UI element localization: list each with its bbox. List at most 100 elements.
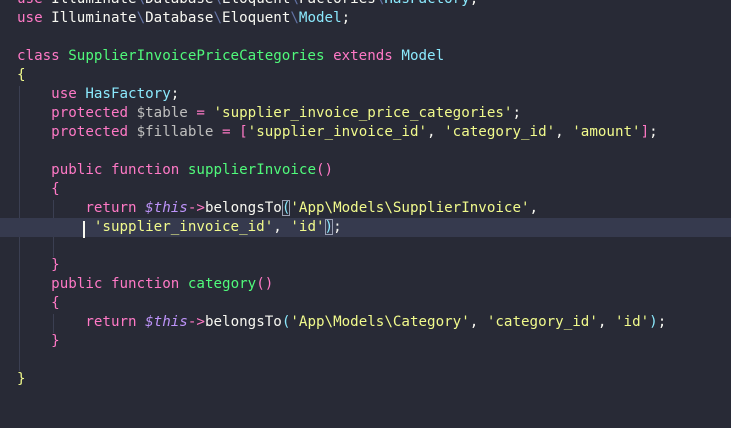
code-line[interactable]: {: [0, 66, 731, 85]
code-token: use: [17, 10, 43, 26]
code-line[interactable]: protected $table = 'supplier_invoice_pri…: [0, 104, 731, 123]
code-line-text: }: [17, 370, 26, 389]
code-token: 'supplier_invoice_price_categories': [213, 105, 513, 121]
code-token: return: [85, 200, 137, 216]
code-token: ,: [427, 124, 445, 140]
code-token: ->: [187, 200, 205, 216]
code-token: function: [110, 276, 180, 292]
code-line[interactable]: [0, 351, 731, 370]
code-token: ;: [649, 124, 658, 140]
code-token: HasFactory: [384, 0, 469, 7]
code-token: ,: [529, 200, 539, 216]
code-token: {: [51, 295, 60, 311]
code-line-text: use Illuminate\Database\Eloquent\Model;: [17, 9, 350, 28]
code-line-text: use Illuminate\Database\Eloquent\Factori…: [17, 0, 478, 9]
code-token: Database: [145, 10, 214, 26]
code-line-text: protected $table = 'supplier_invoice_pri…: [17, 104, 521, 123]
code-line[interactable]: public function supplierInvoice(): [0, 161, 731, 180]
code-token: \: [137, 0, 146, 7]
code-line[interactable]: public function category(): [0, 275, 731, 294]
code-token: use: [51, 86, 77, 102]
code-token: }: [51, 333, 60, 349]
code-token: 'App\Models\SupplierInvoice': [290, 200, 530, 216]
code-line[interactable]: {: [0, 180, 731, 199]
code-token: 'category_id': [444, 124, 556, 140]
code-line[interactable]: return $this->belongsTo('App\Models\Supp…: [0, 199, 731, 218]
code-token: protected: [51, 124, 129, 140]
code-line-text: class SupplierInvoicePriceCategories ext…: [17, 47, 444, 66]
code-token: Factories: [299, 0, 376, 7]
code-line-text: {: [17, 66, 26, 85]
code-line-text: protected $fillable = ['supplier_invoice…: [17, 123, 658, 142]
code-line-text: public function supplierInvoice(): [17, 161, 333, 180]
code-token: supplierInvoice: [187, 162, 316, 178]
code-line[interactable]: }: [0, 256, 731, 275]
code-token: ->: [187, 314, 205, 330]
code-token: extends: [333, 48, 393, 64]
code-token: 'id': [290, 219, 325, 235]
code-token: ;: [170, 86, 180, 102]
code-line-text: 'supplier_invoice_id', 'id');: [17, 218, 342, 237]
code-line[interactable]: class SupplierInvoicePriceCategories ext…: [0, 47, 731, 66]
code-token: public: [51, 162, 103, 178]
code-line[interactable]: use Illuminate\Database\Eloquent\Model;: [0, 9, 731, 28]
code-line[interactable]: use Illuminate\Database\Eloquent\Factori…: [0, 0, 731, 9]
code-token: protected: [51, 105, 129, 121]
code-line[interactable]: use HasFactory;: [0, 85, 731, 104]
code-line[interactable]: return $this->belongsTo('App\Models\Cate…: [0, 313, 731, 332]
code-line-text: use HasFactory;: [17, 85, 179, 104]
code-line-text: return $this->belongsTo('App\Models\Cate…: [17, 313, 666, 332]
code-token: =: [222, 124, 231, 140]
code-token: }: [51, 257, 60, 273]
code-line-text: }: [17, 332, 60, 351]
current-code-line[interactable]: 'supplier_invoice_id', 'id');: [0, 218, 731, 237]
code-line-text: return $this->belongsTo('App\Models\Supp…: [17, 199, 538, 218]
code-token: category: [187, 276, 257, 292]
code-token: (): [315, 162, 334, 178]
code-token: HasFactory: [85, 86, 171, 102]
code-line[interactable]: protected $fillable = ['supplier_invoice…: [0, 123, 731, 142]
code-line[interactable]: [0, 142, 731, 161]
code-token: Model: [401, 48, 445, 64]
code-token: $this: [145, 314, 188, 330]
code-token: }: [17, 371, 26, 387]
code-token: ,: [597, 314, 615, 330]
code-token: 'category_id': [486, 314, 598, 330]
code-token: ;: [512, 105, 521, 121]
code-token: (): [256, 276, 274, 292]
code-line[interactable]: }: [0, 370, 731, 389]
code-token: ,: [555, 124, 573, 140]
code-line[interactable]: [0, 237, 731, 256]
code-token: ;: [333, 219, 342, 235]
code-token: \: [290, 0, 299, 7]
code-editor[interactable]: use Illuminate\Database\Eloquent\Factori…: [0, 0, 731, 428]
code-line[interactable]: [0, 28, 731, 47]
code-token: use: [17, 0, 43, 7]
code-token: \: [136, 10, 146, 26]
code-token: {: [51, 181, 60, 197]
code-token: class: [17, 48, 60, 64]
code-token: ,: [469, 314, 487, 330]
code-token: Database: [145, 0, 213, 7]
code-line[interactable]: }: [0, 332, 731, 351]
code-line-text: }: [17, 256, 60, 275]
code-token: 'App\Models\Category': [290, 314, 470, 330]
code-token: ,: [273, 219, 291, 235]
code-line[interactable]: {: [0, 294, 731, 313]
